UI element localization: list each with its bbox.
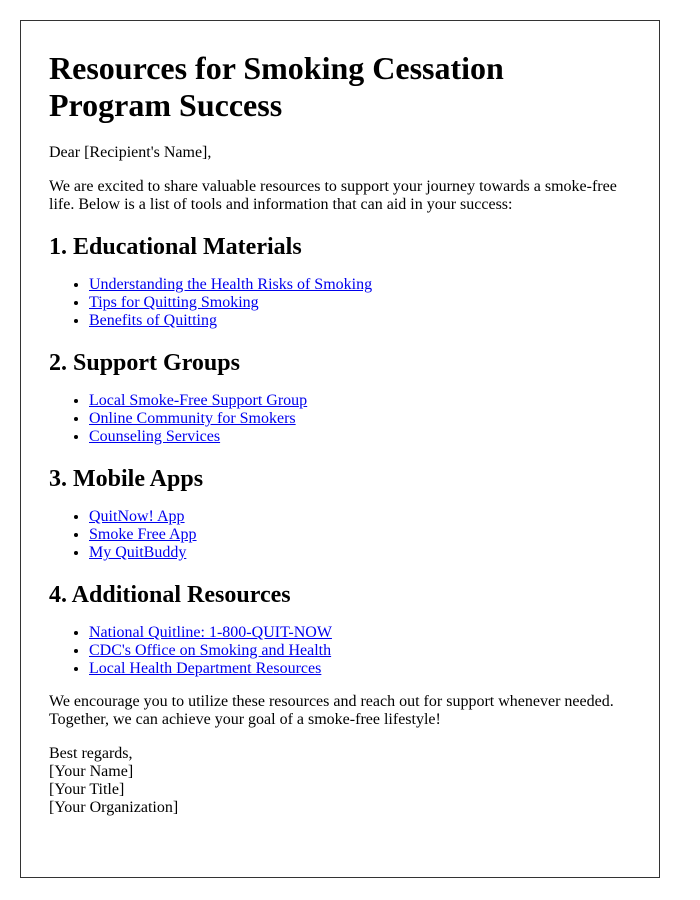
list-item: Local Smoke-Free Support Group xyxy=(89,392,631,410)
mobile-apps-list: QuitNow! App Smoke Free App My QuitBuddy xyxy=(49,508,631,562)
list-item: Local Health Department Resources xyxy=(89,660,631,678)
signoff-block: Best regards, [Your Name] [Your Title] [… xyxy=(49,745,631,817)
list-item: Smoke Free App xyxy=(89,526,631,544)
link-counseling-services[interactable]: Counseling Services xyxy=(89,428,220,445)
link-local-health-department[interactable]: Local Health Department Resources xyxy=(89,660,321,677)
intro-paragraph: We are excited to share valuable resourc… xyxy=(49,178,617,213)
signoff-name: [Your Name] xyxy=(49,763,134,780)
signoff-title: [Your Title] xyxy=(49,781,125,798)
link-quitting-tips[interactable]: Tips for Quitting Smoking xyxy=(89,294,259,311)
section-heading-mobile-apps: 3. Mobile Apps xyxy=(49,466,204,492)
list-item: Online Community for Smokers xyxy=(89,410,631,428)
additional-resources-list: National Quitline: 1-800-QUIT-NOW CDC's … xyxy=(49,624,631,678)
signoff-organization: [Your Organization] xyxy=(49,799,179,816)
link-my-quitbuddy[interactable]: My QuitBuddy xyxy=(89,544,186,561)
educational-materials-list: Understanding the Health Risks of Smokin… xyxy=(49,276,631,330)
support-groups-list: Local Smoke-Free Support Group Online Co… xyxy=(49,392,631,446)
link-quitnow-app[interactable]: QuitNow! App xyxy=(89,508,185,525)
link-smoke-free-app[interactable]: Smoke Free App xyxy=(89,526,197,543)
section-heading-additional-resources: 4. Additional Resources xyxy=(49,582,291,608)
list-item: Tips for Quitting Smoking xyxy=(89,294,631,312)
greeting: Dear [Recipient's Name], xyxy=(49,144,212,161)
section-heading-support-groups: 2. Support Groups xyxy=(49,350,240,376)
section-heading-educational-materials: 1. Educational Materials xyxy=(49,234,302,260)
list-item: National Quitline: 1-800-QUIT-NOW xyxy=(89,624,631,642)
closing-paragraph: We encourage you to utilize these resour… xyxy=(49,693,614,728)
link-local-support-group[interactable]: Local Smoke-Free Support Group xyxy=(89,392,307,409)
signoff-regards: Best regards, xyxy=(49,745,133,762)
link-health-risks[interactable]: Understanding the Health Risks of Smokin… xyxy=(89,276,372,293)
list-item: My QuitBuddy xyxy=(89,544,631,562)
link-national-quitline[interactable]: National Quitline: 1-800-QUIT-NOW xyxy=(89,624,332,641)
list-item: Understanding the Health Risks of Smokin… xyxy=(89,276,631,294)
link-benefits-of-quitting[interactable]: Benefits of Quitting xyxy=(89,312,217,329)
list-item: Benefits of Quitting xyxy=(89,312,631,330)
page-title: Resources for Smoking Cessation Program … xyxy=(49,50,504,123)
link-online-community[interactable]: Online Community for Smokers xyxy=(89,410,296,427)
link-cdc-office[interactable]: CDC's Office on Smoking and Health xyxy=(89,642,331,659)
list-item: Counseling Services xyxy=(89,428,631,446)
list-item: QuitNow! App xyxy=(89,508,631,526)
list-item: CDC's Office on Smoking and Health xyxy=(89,642,631,660)
letter-container: Resources for Smoking Cessation Program … xyxy=(20,20,660,878)
